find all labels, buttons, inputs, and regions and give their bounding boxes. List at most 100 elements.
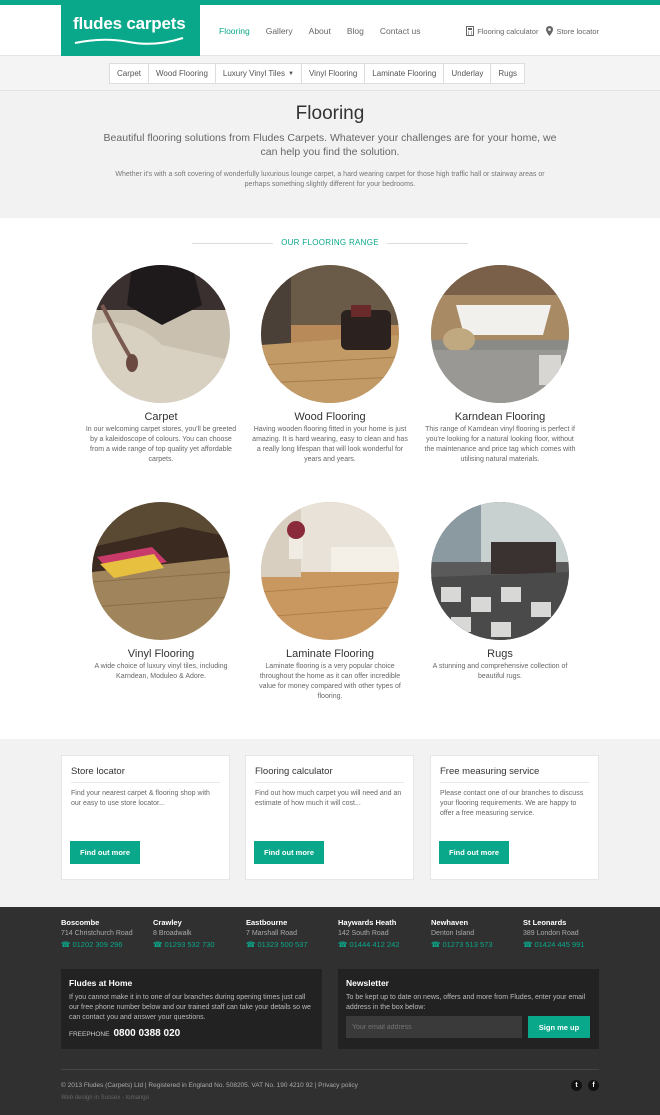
nav-blog[interactable]: Blog <box>347 26 364 36</box>
branch-phone[interactable]: ☎ 01323 500 537 <box>246 940 338 949</box>
branch-phone[interactable]: ☎ 01444 412 242 <box>338 940 430 949</box>
branch-st-leonards: St Leonards 389 London Road ☎ 01424 445 … <box>523 918 615 949</box>
find-out-more-button[interactable]: Find out more <box>254 841 324 864</box>
card-flooring-calculator: Flooring calculator Find out how much ca… <box>245 755 414 880</box>
logo-swoosh-icon <box>74 37 184 45</box>
panel-title: Newsletter <box>346 978 389 988</box>
panel-text: If you cannot make it in to one of our b… <box>69 994 311 1021</box>
vinyl-flooring-image[interactable] <box>92 502 230 640</box>
category-bar: Carpet Wood Flooring Luxury Vinyl Tiles ▼… <box>0 56 660 91</box>
range-tile-carpet[interactable]: Carpet In our welcoming carpet stores, y… <box>81 265 241 465</box>
panel-text: To be kept up to date on news, offers an… <box>346 994 586 1011</box>
carpet-image[interactable] <box>92 265 230 403</box>
range-tile-laminate-flooring[interactable]: Laminate Flooring Laminate flooring is a… <box>250 502 410 702</box>
store-locator-link[interactable]: Store locator <box>546 26 599 36</box>
card-text: Find out how much carpet you will need a… <box>255 790 402 807</box>
card-title: Free measuring service <box>440 766 589 783</box>
nav-about[interactable]: About <box>309 26 331 36</box>
karndean-flooring-image[interactable] <box>431 265 569 403</box>
subnav-rugs[interactable]: Rugs <box>491 64 524 83</box>
card-store-locator: Store locator Find your nearest carpet &… <box>61 755 230 880</box>
range-tile-text: This range of Karndean vinyl flooring is… <box>424 426 576 463</box>
flooring-calculator-link[interactable]: Flooring calculator <box>466 26 538 36</box>
web-design-credit[interactable]: Web design in Sussex - tomango <box>61 1095 149 1101</box>
subnav-laminate-flooring[interactable]: Laminate Flooring <box>365 64 445 83</box>
branch-phone-number: 01424 445 991 <box>534 940 585 949</box>
branch-address: 389 London Road <box>523 930 579 937</box>
main-nav: Flooring Gallery About Blog Contact us <box>219 26 437 36</box>
branch-eastbourne: Eastbourne 7 Marshall Road ☎ 01323 500 5… <box>246 918 338 949</box>
branch-name: Eastbourne <box>246 918 288 927</box>
freephone-number: 0800 0388 020 <box>113 1028 181 1039</box>
branch-name: Newhaven <box>431 918 469 927</box>
range-tile-title: Carpet <box>144 411 178 423</box>
range-tile-rugs[interactable]: Rugs A stunning and comprehensive collec… <box>420 502 580 682</box>
site-logo[interactable]: fludes carpets <box>61 5 200 56</box>
range-heading-label: OUR FLOORING RANGE <box>273 238 387 247</box>
site-header: fludes carpets Flooring Gallery About Bl… <box>0 5 660 56</box>
freephone[interactable]: FREEPHONE 0800 0388 020 <box>69 1028 314 1039</box>
flooring-range-section: OUR FLOORING RANGE Carpet In our welcomi… <box>0 218 660 739</box>
branch-phone[interactable]: ☎ 01424 445 991 <box>523 940 615 949</box>
branch-phone[interactable]: ☎ 01273 513 573 <box>431 940 523 949</box>
range-tile-text: A wide choice of luxury vinyl tiles, inc… <box>94 663 228 680</box>
branch-crawley: Crawley 8 Broadwalk ☎ 01293 532 730 <box>153 918 245 949</box>
card-text: Find your nearest carpet & flooring shop… <box>71 790 210 807</box>
branch-name: Boscombe <box>61 918 100 927</box>
subnav-underlay[interactable]: Underlay <box>444 64 492 83</box>
hero-body: Whether it's with a soft covering of won… <box>115 171 545 188</box>
card-text: Please contact one of our branches to di… <box>440 790 584 817</box>
branch-phone[interactable]: ☎ 01202 309 296 <box>61 940 153 949</box>
card-title: Flooring calculator <box>255 766 404 783</box>
subnav-vinyl-flooring[interactable]: Vinyl Flooring <box>302 64 366 83</box>
twitter-icon[interactable]: t <box>571 1080 582 1091</box>
card-free-measuring: Free measuring service Please contact on… <box>430 755 599 880</box>
nav-flooring[interactable]: Flooring <box>219 26 250 36</box>
branch-phone[interactable]: ☎ 01293 532 730 <box>153 940 245 949</box>
branch-address: 142 South Road <box>338 930 389 937</box>
social-links: t f <box>571 1080 599 1091</box>
find-out-more-button[interactable]: Find out more <box>439 841 509 864</box>
branch-address: 714 Christchurch Road <box>61 930 133 937</box>
branch-name: St Leonards <box>523 918 567 927</box>
footer-divider <box>61 1069 599 1070</box>
nav-contact[interactable]: Contact us <box>380 26 421 36</box>
subnav-carpet[interactable]: Carpet <box>110 64 150 83</box>
nav-gallery[interactable]: Gallery <box>266 26 293 36</box>
subnav-wood-flooring[interactable]: Wood Flooring <box>149 64 216 83</box>
utility-links: Flooring calculator Store locator <box>466 26 599 36</box>
chevron-down-icon: ▼ <box>288 70 294 77</box>
sign-me-up-button[interactable]: Sign me up <box>528 1016 590 1038</box>
rugs-image[interactable] <box>431 502 569 640</box>
range-tile-text: A stunning and comprehensive collection … <box>432 663 568 680</box>
branch-boscombe: Boscombe 714 Christchurch Road ☎ 01202 3… <box>61 918 153 949</box>
wood-flooring-image[interactable] <box>261 265 399 403</box>
range-tile-title: Vinyl Flooring <box>127 648 195 660</box>
logo-wordmark: fludes carpets <box>73 14 186 33</box>
laminate-flooring-image[interactable] <box>261 502 399 640</box>
copyright-text: © 2013 Fludes (Carpets) Ltd | Registered… <box>61 1082 358 1089</box>
range-heading: OUR FLOORING RANGE <box>0 238 660 247</box>
card-title: Store locator <box>71 766 220 783</box>
find-out-more-button[interactable]: Find out more <box>70 841 140 864</box>
branch-haywards-heath: Haywards Heath 142 South Road ☎ 01444 41… <box>338 918 430 949</box>
range-tile-text: Laminate flooring is a very popular choi… <box>259 663 401 700</box>
facebook-icon[interactable]: f <box>588 1080 599 1091</box>
range-tile-title: Rugs <box>487 648 513 660</box>
range-tile-wood-flooring[interactable]: Wood Flooring Having wooden flooring fit… <box>250 265 410 465</box>
store-locator-label: Store locator <box>556 26 599 36</box>
email-field[interactable] <box>346 1016 522 1038</box>
subnav-luxury-vinyl-tiles-label: Luxury Vinyl Tiles <box>222 69 286 78</box>
freephone-label: FREEPHONE <box>69 1031 110 1038</box>
branch-phone-number: 01273 513 573 <box>442 940 493 949</box>
range-tile-karndean-flooring[interactable]: Karndean Flooring This range of Karndean… <box>420 265 580 465</box>
branch-name: Crawley <box>153 918 182 927</box>
range-tile-text: In our welcoming carpet stores, you'll b… <box>85 426 237 463</box>
branch-phone-number: 01444 412 242 <box>349 940 400 949</box>
range-tile-vinyl-flooring[interactable]: Vinyl Flooring A wide choice of luxury v… <box>81 502 241 682</box>
fludes-at-home-panel: Fludes at Home If you cannot make it in … <box>61 969 322 1049</box>
range-tile-title: Wood Flooring <box>294 411 366 423</box>
subnav-luxury-vinyl-tiles[interactable]: Luxury Vinyl Tiles ▼ <box>216 64 302 83</box>
range-tile-title: Karndean Flooring <box>454 411 546 423</box>
range-tile-title: Laminate Flooring <box>285 648 375 660</box>
